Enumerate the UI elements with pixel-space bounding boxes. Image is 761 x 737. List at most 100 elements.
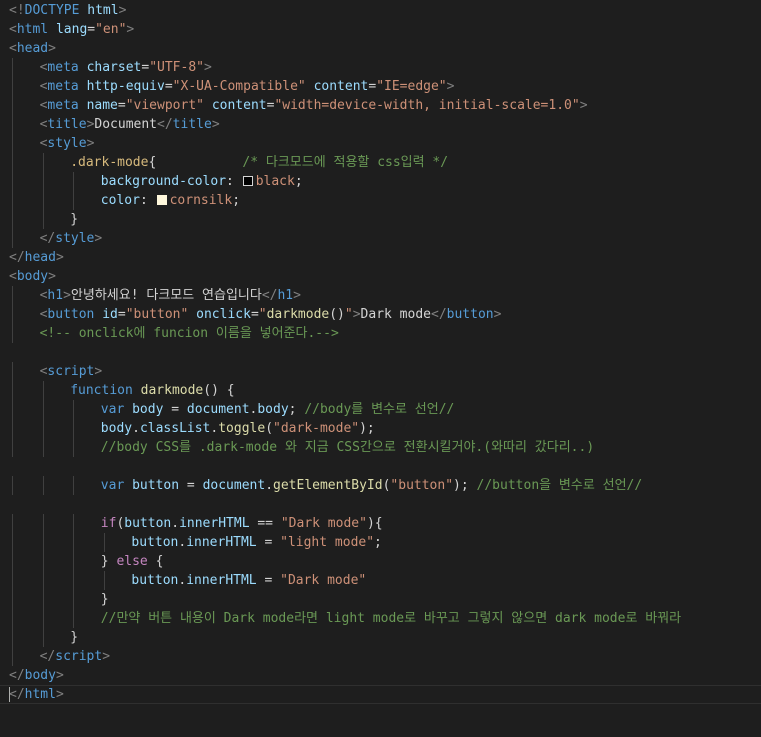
- line-content: <script>: [40, 362, 103, 381]
- code-line[interactable]: function darkmode() {: [0, 381, 761, 400]
- code-line[interactable]: <title>Document</title>: [0, 115, 761, 134]
- code-line[interactable]: }: [0, 210, 761, 229]
- token-string: "viewport": [125, 98, 204, 113]
- code-line[interactable]: <h1>안녕하세요! 다크모드 연습입니다</h1>: [0, 286, 761, 305]
- token-tag: style: [47, 136, 87, 151]
- code-line[interactable]: </head>: [0, 248, 761, 267]
- code-line[interactable]: [0, 343, 761, 362]
- line-content: </html>: [9, 686, 64, 703]
- line-content: <head>: [9, 39, 56, 58]
- line-content: button.innerHTML = "light mode";: [131, 533, 381, 552]
- code-line[interactable]: <!DOCTYPE html>: [0, 1, 761, 20]
- color-swatch-icon[interactable]: [242, 176, 253, 186]
- code-line[interactable]: [0, 457, 761, 476]
- indent-guide: [12, 533, 13, 552]
- token-bracket: >: [86, 136, 95, 151]
- code-line[interactable]: [0, 495, 761, 514]
- token-text: ==: [249, 516, 281, 531]
- token-text: }: [70, 630, 79, 645]
- code-line[interactable]: background-color: black;: [0, 172, 761, 191]
- code-line[interactable]: </script>: [0, 647, 761, 666]
- code-line[interactable]: var button = document.getElementById("bu…: [0, 476, 761, 495]
- code-line[interactable]: var body = document.body; //body를 변수로 선언…: [0, 400, 761, 419]
- token-text: =: [179, 478, 203, 493]
- code-line[interactable]: <head>: [0, 39, 761, 58]
- code-line[interactable]: button.innerHTML = "light mode";: [0, 533, 761, 552]
- token-string: "button": [125, 307, 189, 322]
- code-line[interactable]: <script>: [0, 362, 761, 381]
- line-content: var button = document.getElementById("bu…: [101, 476, 642, 495]
- token-bracket: >: [126, 22, 135, 37]
- token-tag: style: [55, 231, 95, 246]
- color-swatch-icon[interactable]: [156, 195, 167, 205]
- token-attr: document: [202, 478, 266, 493]
- token-tag: DOCTYPE: [24, 3, 80, 18]
- code-line[interactable]: </html>: [0, 685, 761, 704]
- line-content: <meta charset="UTF-8">: [40, 58, 212, 77]
- token-bracket: <: [9, 22, 17, 37]
- code-line[interactable]: <meta charset="UTF-8">: [0, 58, 761, 77]
- token-text: (: [265, 421, 274, 436]
- code-line[interactable]: </style>: [0, 229, 761, 248]
- indent-guide: [73, 571, 75, 590]
- code-line[interactable]: }: [0, 628, 761, 647]
- token-tag: head: [24, 250, 56, 265]
- indent-guide: [73, 191, 75, 210]
- indent-guide: [12, 590, 13, 609]
- token-text: .: [178, 573, 187, 588]
- code-line[interactable]: }: [0, 590, 761, 609]
- token-string: "UTF-8": [149, 60, 204, 75]
- token-bracket: </: [39, 649, 56, 664]
- code-line[interactable]: <meta name="viewport" content="width=dev…: [0, 96, 761, 115]
- code-line[interactable]: <style>: [0, 134, 761, 153]
- code-line[interactable]: button.innerHTML = "Dark mode": [0, 571, 761, 590]
- code-line[interactable]: } else {: [0, 552, 761, 571]
- code-line[interactable]: if(button.innerHTML == "Dark mode"){: [0, 514, 761, 533]
- token-text: ;: [288, 402, 305, 417]
- indent-guide: [12, 362, 13, 381]
- code-line[interactable]: <button id="button" onclick="darkmode()"…: [0, 305, 761, 324]
- line-content: if(button.innerHTML == "Dark mode"){: [101, 514, 383, 533]
- code-editor[interactable]: <!DOCTYPE html> <html lang="en"> <head> <me…: [0, 0, 761, 737]
- token-bracket: >: [48, 269, 56, 284]
- indent-guide: [12, 210, 13, 229]
- indent-guide: [12, 134, 13, 153]
- code-line[interactable]: <html lang="en">: [0, 20, 761, 39]
- token-attr: background-color: [100, 174, 227, 189]
- code-line[interactable]: .dark-mode{ /* 다크모드에 적용할 css입력 */: [0, 153, 761, 172]
- line-content: color: cornsilk;: [101, 191, 240, 210]
- token-text: ;: [374, 535, 382, 550]
- token-attr: charset: [86, 60, 142, 75]
- indent-guide: [12, 229, 13, 248]
- code-line[interactable]: <!-- onclick에 funcion 이름을 넣어준다.-->: [0, 324, 761, 343]
- indent-guide: [42, 153, 44, 172]
- token-text: }: [100, 554, 117, 569]
- code-line[interactable]: </body>: [0, 666, 761, 685]
- indent-guide: [103, 571, 105, 590]
- line-content: <style>: [40, 134, 95, 153]
- code-line[interactable]: body.classList.toggle("dark-mode");: [0, 419, 761, 438]
- code-line[interactable]: <meta http-equiv="X-UA-Compatible" conte…: [0, 77, 761, 96]
- token-attr: content: [313, 79, 369, 94]
- token-text: =: [256, 573, 281, 588]
- code-line[interactable]: //body CSS를 .dark-mode 와 지금 CSS간으로 전환시킬거…: [0, 438, 761, 457]
- line-content: <!-- onclick에 funcion 이름을 넣어준다.-->: [40, 324, 339, 343]
- token-func: darkmode: [140, 383, 204, 398]
- code-line[interactable]: color: cornsilk;: [0, 191, 761, 210]
- token-text: Document: [94, 117, 158, 132]
- token-text: =: [163, 402, 187, 417]
- token-comment: /* 다크모드에 적용할 css입력 */: [242, 155, 449, 170]
- code-line[interactable]: <body>: [0, 267, 761, 286]
- token-text: =: [256, 535, 281, 550]
- token-comment: //body CSS를 .dark-mode 와 지금 CSS간으로 전환시킬거…: [100, 440, 595, 455]
- code-line[interactable]: //만약 버튼 내용이 Dark mode라면 light mode로 바꾸고 …: [0, 609, 761, 628]
- line-content: </head>: [9, 248, 64, 267]
- indent-guide: [12, 153, 13, 172]
- token-attr: onclick: [196, 307, 251, 322]
- indent-guide: [12, 552, 13, 571]
- token-attr: id: [102, 307, 118, 322]
